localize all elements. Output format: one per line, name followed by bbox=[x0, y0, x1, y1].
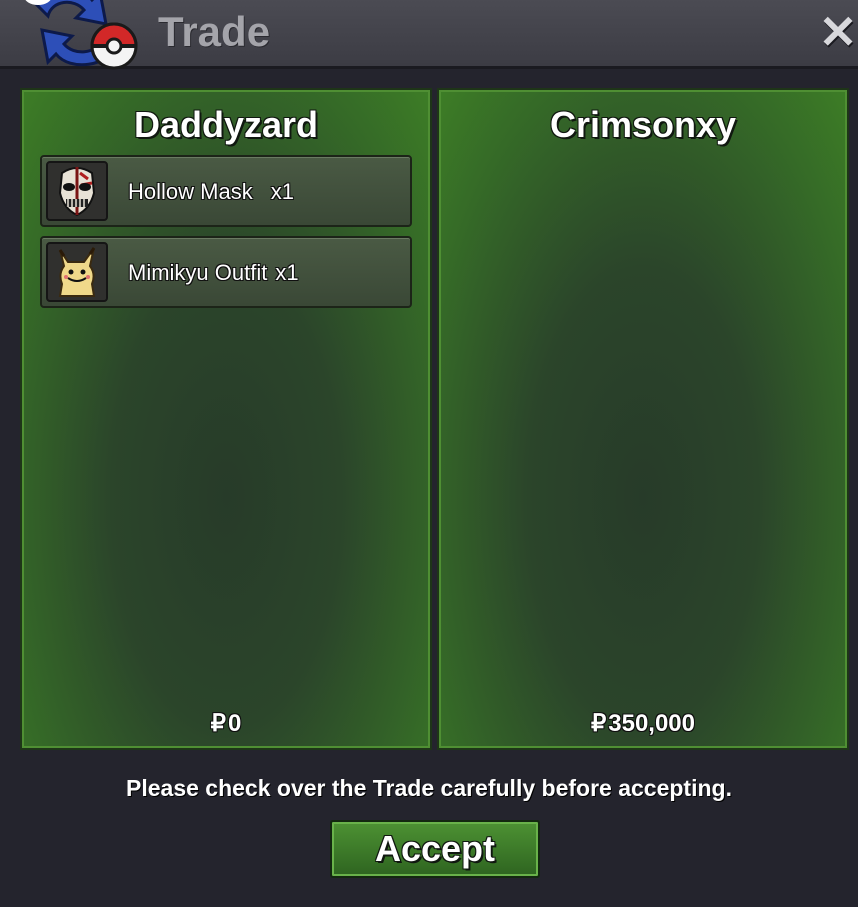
pokedollar-icon: ₽ bbox=[590, 710, 607, 737]
left-money-amount: ₽0 bbox=[22, 709, 430, 738]
item-label: Hollow Mask x1 bbox=[128, 179, 294, 205]
left-trade-panel: Daddyzard Hollow Mask x1 Mimikyu Outfit … bbox=[20, 88, 432, 750]
item-name: Hollow Mask bbox=[128, 179, 253, 204]
trade-item-row[interactable]: Hollow Mask x1 bbox=[40, 155, 412, 227]
right-money-amount: ₽350,000 bbox=[439, 709, 847, 738]
trade-notice: Please check over the Trade carefully be… bbox=[126, 775, 732, 801]
mimikyu-outfit-icon bbox=[46, 242, 108, 302]
trade-item-row[interactable]: Mimikyu Outfit x1 bbox=[40, 236, 412, 308]
trade-window: Trade ✕ Daddyzard Hollow Mask x1 Mimikyu… bbox=[0, 0, 858, 907]
close-button[interactable]: ✕ bbox=[818, 9, 858, 55]
item-label: Mimikyu Outfit x1 bbox=[128, 260, 299, 286]
money-value: 350,000 bbox=[608, 710, 696, 737]
right-trade-panel: Crimsonxy ₽350,000 bbox=[437, 88, 849, 750]
pokedollar-icon: ₽ bbox=[210, 710, 226, 737]
money-value: 0 bbox=[227, 710, 242, 737]
trade-icon bbox=[25, 0, 138, 70]
hollow-mask-icon bbox=[46, 161, 108, 221]
item-quantity: x1 bbox=[270, 179, 294, 204]
item-name: Mimikyu Outfit bbox=[128, 260, 268, 285]
right-player-name: Crimsonxy bbox=[549, 104, 737, 145]
left-player-name: Daddyzard bbox=[133, 104, 319, 145]
title-bar[interactable]: Trade ✕ bbox=[0, 0, 858, 70]
window-title: Trade bbox=[158, 8, 271, 55]
accept-button[interactable]: Accept bbox=[330, 820, 540, 878]
item-quantity: x1 bbox=[275, 260, 299, 285]
